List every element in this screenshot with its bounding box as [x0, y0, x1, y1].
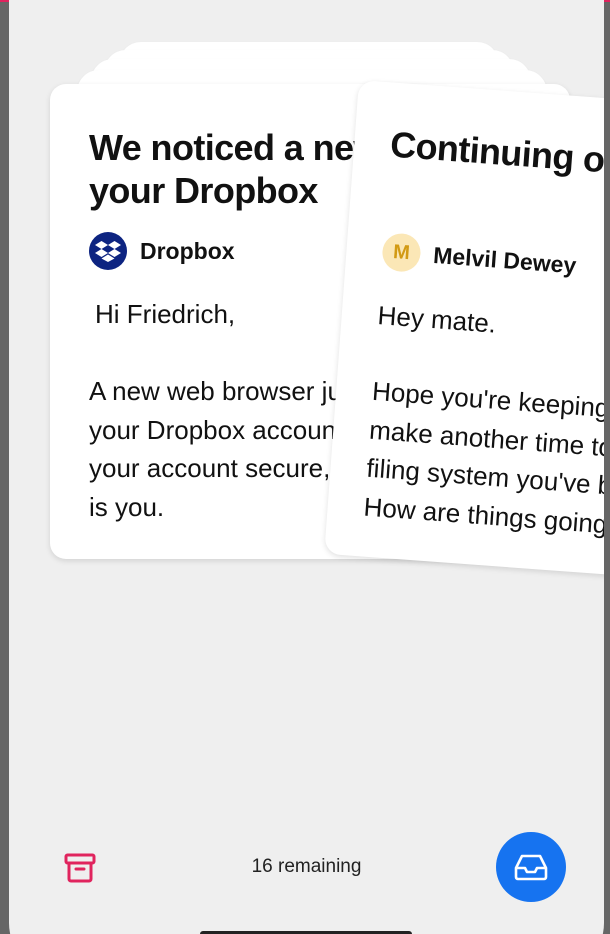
dropbox-logo-icon — [89, 232, 127, 270]
inbox-button[interactable] — [496, 832, 566, 902]
sender-name: Melvil Dewey — [432, 241, 578, 278]
sender-row: Dropbox — [89, 232, 235, 270]
app-screen: We noticed a new sign-in to your Dropbox… — [9, 0, 604, 934]
email-greeting: Hey mate. — [376, 300, 498, 339]
email-subject: Continuing our discussions — [388, 123, 604, 199]
email-preview: Hope you're keeping well. Would love to … — [362, 375, 604, 540]
sender-avatar: M — [381, 232, 422, 273]
sender-name: Dropbox — [140, 237, 235, 264]
device-frame: We noticed a new sign-in to your Dropbox… — [0, 0, 610, 934]
sender-row: M Melvil Dewey — [381, 232, 577, 284]
bottom-bar: 16 remaining — [9, 820, 604, 920]
email-greeting: Hi Friedrich, — [95, 299, 236, 329]
email-card-melvil-dewey[interactable]: Continuing our discussions M Melvil Dewe… — [324, 80, 604, 592]
inbox-icon — [514, 854, 548, 881]
